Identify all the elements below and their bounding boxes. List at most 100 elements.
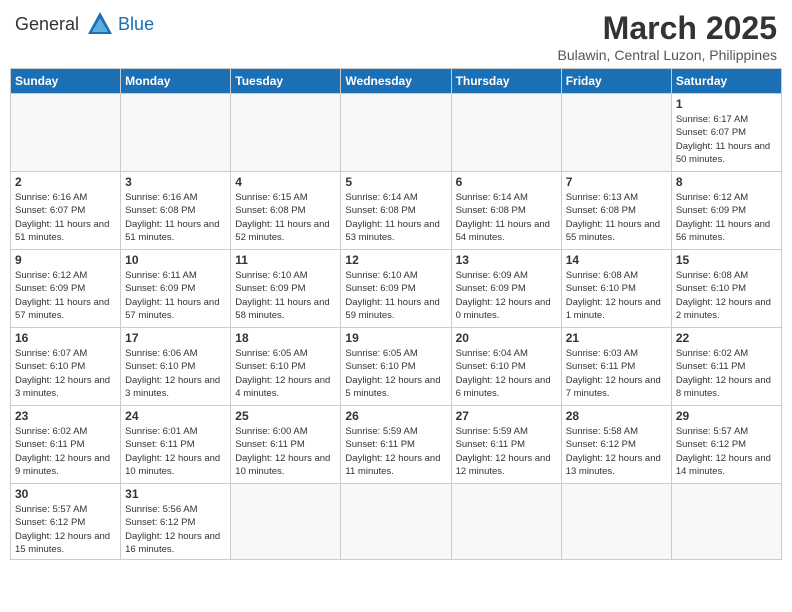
day-cell-28: 28 Sunrise: 5:58 AM Sunset: 6:12 PM Dayli… bbox=[561, 406, 671, 484]
day-cell-3: 3Sunrise: 6:16 AM Sunset: 6:08 PM Daylig… bbox=[121, 172, 231, 250]
day-number: 2 bbox=[15, 175, 116, 189]
day-number: 4 bbox=[235, 175, 336, 189]
day-info: Sunrise: 6:07 AM Sunset: 6:10 PM Dayligh… bbox=[15, 347, 116, 400]
day-info: Sunrise: 6:04 AM Sunset: 6:10 PM Dayligh… bbox=[456, 347, 557, 400]
day-number: 1 bbox=[676, 97, 777, 111]
day-number: 25 bbox=[235, 409, 336, 423]
day-cell-13: 13 Sunrise: 6:09 AM Sunset: 6:09 PM Dayli… bbox=[451, 250, 561, 328]
day-number: 27 bbox=[456, 409, 557, 423]
day-number: 19 bbox=[345, 331, 446, 345]
calendar-table: SundayMondayTuesdayWednesdayThursdayFrid… bbox=[10, 68, 782, 560]
day-cell-empty-0 bbox=[11, 94, 121, 172]
month-title: March 2025 bbox=[558, 10, 777, 47]
day-number: 21 bbox=[566, 331, 667, 345]
day-cell-12: 12 Sunrise: 6:10 AM Sunset: 6:09 PM Dayli… bbox=[341, 250, 451, 328]
day-number: 9 bbox=[15, 253, 116, 267]
day-cell-7: 7 Sunrise: 6:13 AM Sunset: 6:08 PM Daylig… bbox=[561, 172, 671, 250]
day-info: Sunrise: 5:58 AM Sunset: 6:12 PM Dayligh… bbox=[566, 425, 667, 478]
day-header-saturday: Saturday bbox=[671, 69, 781, 94]
day-header-row: SundayMondayTuesdayWednesdayThursdayFrid… bbox=[11, 69, 782, 94]
day-cell-29: 29 Sunrise: 5:57 AM Sunset: 6:12 PM Dayli… bbox=[671, 406, 781, 484]
day-cell-empty-2 bbox=[231, 484, 341, 560]
day-info: Sunrise: 6:13 AM Sunset: 6:08 PM Dayligh… bbox=[566, 191, 667, 244]
day-cell-23: 23 Sunrise: 6:02 AM Sunset: 6:11 PM Dayli… bbox=[11, 406, 121, 484]
day-number: 22 bbox=[676, 331, 777, 345]
day-cell-10: 10Sunrise: 6:11 AM Sunset: 6:09 PM Dayli… bbox=[121, 250, 231, 328]
day-info: Sunrise: 6:03 AM Sunset: 6:11 PM Dayligh… bbox=[566, 347, 667, 400]
day-cell-empty-3 bbox=[341, 94, 451, 172]
day-info: Sunrise: 5:56 AM Sunset: 6:12 PM Dayligh… bbox=[125, 503, 226, 556]
day-info: Sunrise: 6:15 AM Sunset: 6:08 PM Dayligh… bbox=[235, 191, 336, 244]
day-info: Sunrise: 6:17 AM Sunset: 6:07 PM Dayligh… bbox=[676, 113, 777, 166]
day-number: 6 bbox=[456, 175, 557, 189]
day-cell-31: 31 Sunrise: 5:56 AM Sunset: 6:12 PM Dayli… bbox=[121, 484, 231, 560]
calendar-week-6: 30Sunrise: 5:57 AM Sunset: 6:12 PM Dayli… bbox=[11, 484, 782, 560]
day-cell-27: 27 Sunrise: 5:59 AM Sunset: 6:11 PM Dayli… bbox=[451, 406, 561, 484]
day-cell-8: 8Sunrise: 6:12 AM Sunset: 6:09 PM Daylig… bbox=[671, 172, 781, 250]
day-info: Sunrise: 6:02 AM Sunset: 6:11 PM Dayligh… bbox=[676, 347, 777, 400]
day-cell-empty-5 bbox=[561, 484, 671, 560]
day-cell-empty-3 bbox=[341, 484, 451, 560]
day-cell-11: 11Sunrise: 6:10 AM Sunset: 6:09 PM Dayli… bbox=[231, 250, 341, 328]
calendar-week-5: 23 Sunrise: 6:02 AM Sunset: 6:11 PM Dayli… bbox=[11, 406, 782, 484]
calendar-week-2: 2 Sunrise: 6:16 AM Sunset: 6:07 PM Daylig… bbox=[11, 172, 782, 250]
logo-blue-text: Blue bbox=[118, 14, 154, 35]
day-info: Sunrise: 6:09 AM Sunset: 6:09 PM Dayligh… bbox=[456, 269, 557, 322]
day-cell-19: 19 Sunrise: 6:05 AM Sunset: 6:10 PM Dayli… bbox=[341, 328, 451, 406]
day-cell-2: 2 Sunrise: 6:16 AM Sunset: 6:07 PM Daylig… bbox=[11, 172, 121, 250]
day-number: 24 bbox=[125, 409, 226, 423]
day-cell-22: 22 Sunrise: 6:02 AM Sunset: 6:11 PM Dayli… bbox=[671, 328, 781, 406]
day-info: Sunrise: 6:05 AM Sunset: 6:10 PM Dayligh… bbox=[345, 347, 446, 400]
day-info: Sunrise: 6:11 AM Sunset: 6:09 PM Dayligh… bbox=[125, 269, 226, 322]
day-number: 15 bbox=[676, 253, 777, 267]
day-number: 13 bbox=[456, 253, 557, 267]
day-info: Sunrise: 6:16 AM Sunset: 6:07 PM Dayligh… bbox=[15, 191, 116, 244]
day-info: Sunrise: 6:16 AM Sunset: 6:08 PM Dayligh… bbox=[125, 191, 226, 244]
day-number: 28 bbox=[566, 409, 667, 423]
day-info: Sunrise: 6:00 AM Sunset: 6:11 PM Dayligh… bbox=[235, 425, 336, 478]
day-info: Sunrise: 5:57 AM Sunset: 6:12 PM Dayligh… bbox=[676, 425, 777, 478]
day-number: 30 bbox=[15, 487, 116, 501]
location-subtitle: Bulawin, Central Luzon, Philippines bbox=[558, 47, 777, 63]
day-number: 12 bbox=[345, 253, 446, 267]
calendar-week-3: 9 Sunrise: 6:12 AM Sunset: 6:09 PM Daylig… bbox=[11, 250, 782, 328]
day-header-thursday: Thursday bbox=[451, 69, 561, 94]
day-cell-empty-2 bbox=[231, 94, 341, 172]
day-number: 31 bbox=[125, 487, 226, 501]
day-header-wednesday: Wednesday bbox=[341, 69, 451, 94]
day-info: Sunrise: 6:10 AM Sunset: 6:09 PM Dayligh… bbox=[235, 269, 336, 322]
day-cell-9: 9 Sunrise: 6:12 AM Sunset: 6:09 PM Daylig… bbox=[11, 250, 121, 328]
day-info: Sunrise: 6:08 AM Sunset: 6:10 PM Dayligh… bbox=[566, 269, 667, 322]
day-number: 7 bbox=[566, 175, 667, 189]
day-number: 29 bbox=[676, 409, 777, 423]
day-cell-1: 1 Sunrise: 6:17 AM Sunset: 6:07 PM Daylig… bbox=[671, 94, 781, 172]
day-info: Sunrise: 6:02 AM Sunset: 6:11 PM Dayligh… bbox=[15, 425, 116, 478]
day-header-friday: Friday bbox=[561, 69, 671, 94]
logo-general-text: General bbox=[15, 14, 79, 35]
day-cell-25: 25 Sunrise: 6:00 AM Sunset: 6:11 PM Dayli… bbox=[231, 406, 341, 484]
day-cell-4: 4 Sunrise: 6:15 AM Sunset: 6:08 PM Daylig… bbox=[231, 172, 341, 250]
calendar-week-4: 16Sunrise: 6:07 AM Sunset: 6:10 PM Dayli… bbox=[11, 328, 782, 406]
day-header-tuesday: Tuesday bbox=[231, 69, 341, 94]
day-info: Sunrise: 5:59 AM Sunset: 6:11 PM Dayligh… bbox=[456, 425, 557, 478]
day-info: Sunrise: 6:01 AM Sunset: 6:11 PM Dayligh… bbox=[125, 425, 226, 478]
calendar-week-1: 1 Sunrise: 6:17 AM Sunset: 6:07 PM Daylig… bbox=[11, 94, 782, 172]
day-cell-21: 21 Sunrise: 6:03 AM Sunset: 6:11 PM Dayli… bbox=[561, 328, 671, 406]
day-cell-18: 18Sunrise: 6:05 AM Sunset: 6:10 PM Dayli… bbox=[231, 328, 341, 406]
day-number: 17 bbox=[125, 331, 226, 345]
day-info: Sunrise: 6:10 AM Sunset: 6:09 PM Dayligh… bbox=[345, 269, 446, 322]
day-number: 23 bbox=[15, 409, 116, 423]
day-info: Sunrise: 6:14 AM Sunset: 6:08 PM Dayligh… bbox=[345, 191, 446, 244]
day-cell-empty-5 bbox=[561, 94, 671, 172]
day-cell-30: 30Sunrise: 5:57 AM Sunset: 6:12 PM Dayli… bbox=[11, 484, 121, 560]
logo-icon bbox=[86, 10, 114, 38]
day-info: Sunrise: 5:59 AM Sunset: 6:11 PM Dayligh… bbox=[345, 425, 446, 478]
title-area: March 2025 Bulawin, Central Luzon, Phili… bbox=[558, 10, 777, 63]
day-cell-14: 14Sunrise: 6:08 AM Sunset: 6:10 PM Dayli… bbox=[561, 250, 671, 328]
day-number: 18 bbox=[235, 331, 336, 345]
day-cell-6: 6Sunrise: 6:14 AM Sunset: 6:08 PM Daylig… bbox=[451, 172, 561, 250]
day-number: 8 bbox=[676, 175, 777, 189]
day-info: Sunrise: 6:12 AM Sunset: 6:09 PM Dayligh… bbox=[15, 269, 116, 322]
calendar-container: SundayMondayTuesdayWednesdayThursdayFrid… bbox=[10, 68, 782, 560]
day-number: 20 bbox=[456, 331, 557, 345]
